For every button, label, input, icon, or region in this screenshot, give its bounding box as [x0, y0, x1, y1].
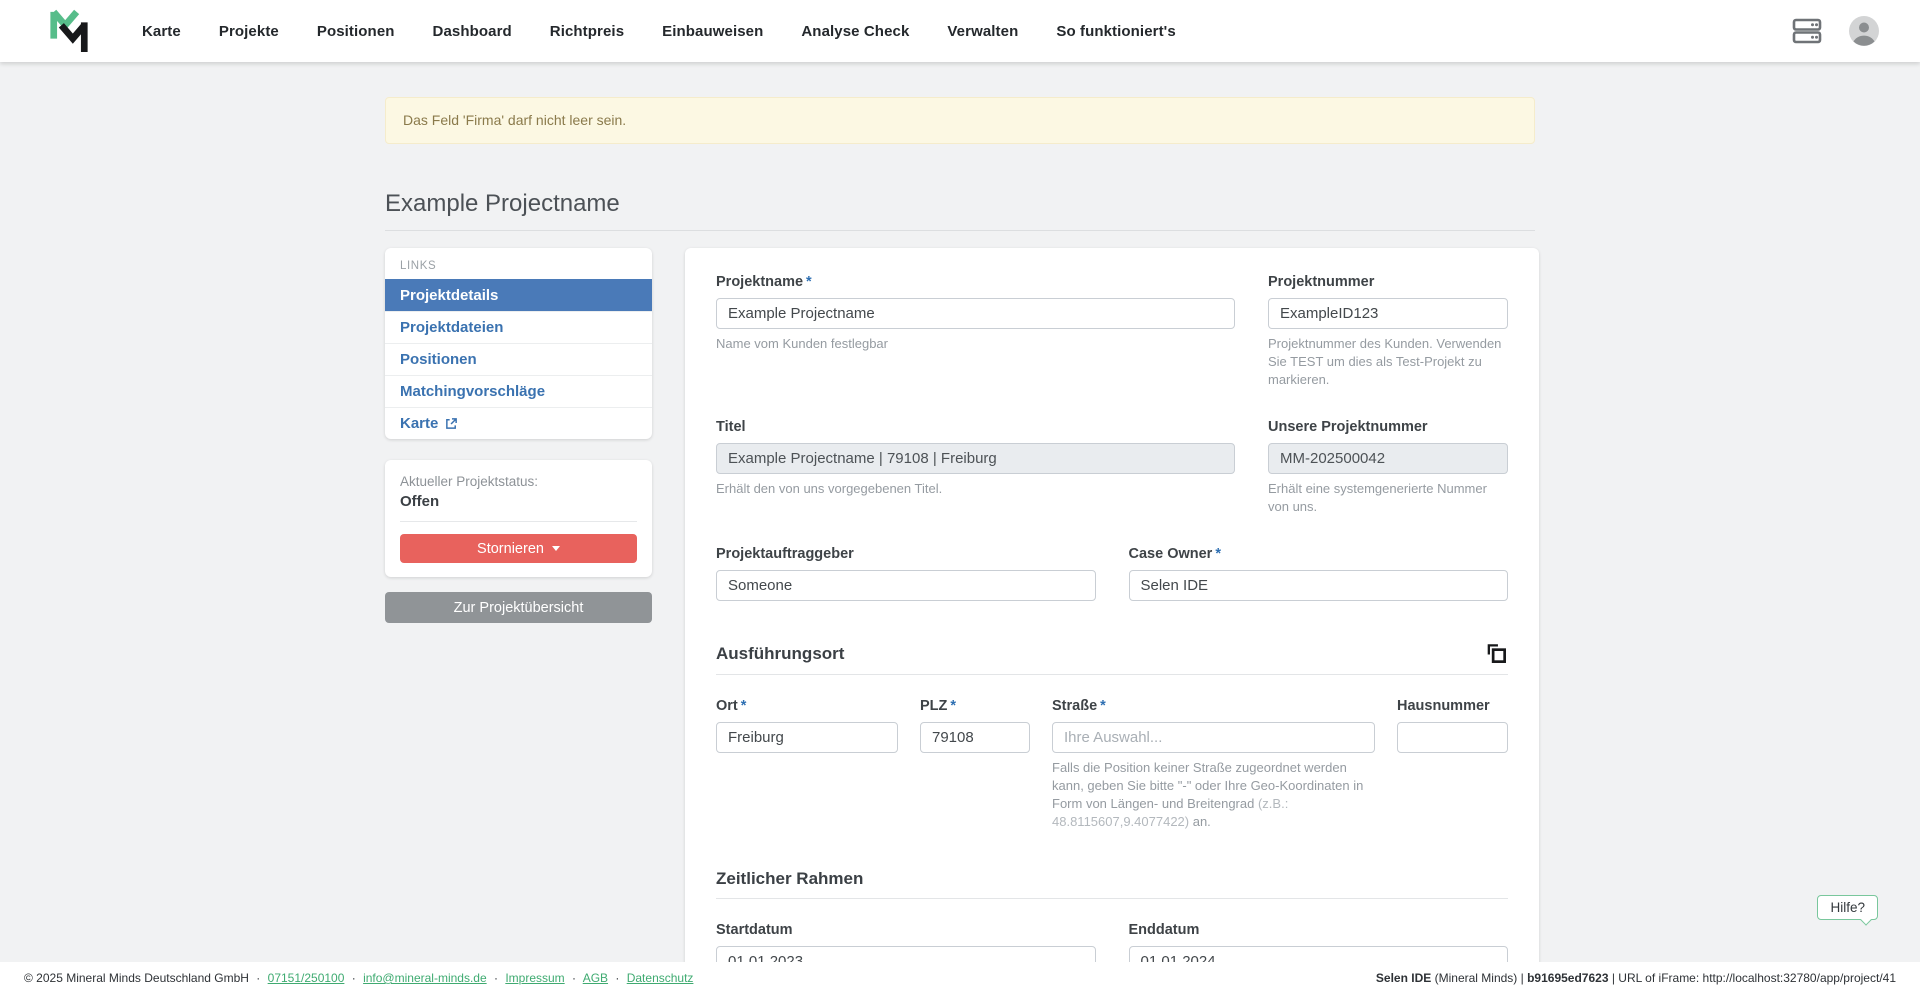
hilfe-button[interactable]: Hilfe?	[1817, 895, 1878, 920]
nav-item-analyse-check[interactable]: Analyse Check	[801, 23, 909, 40]
unsere-projektnummer-input	[1268, 443, 1508, 474]
sidebar-item-label: Positionen	[400, 351, 477, 368]
titel-help: Erhält den von uns vorgegebenen Titel.	[716, 480, 1235, 498]
sidebar-item-label: Projektdateien	[400, 319, 503, 336]
unsere-projektnummer-label: Unsere Projektnummer	[1268, 418, 1508, 436]
case-owner-label: Case Owner	[1129, 546, 1213, 562]
footer-link-impressum[interactable]: Impressum	[505, 971, 564, 985]
validation-alert: Das Feld 'Firma' darf nicht leer sein.	[385, 97, 1535, 144]
case-owner-selected-value: Selen IDE	[1141, 577, 1209, 594]
links-panel: LINKS Projektdetails Projektdateien Posi…	[385, 248, 652, 439]
top-navbar: Karte Projekte Positionen Dashboard Rich…	[0, 0, 1920, 62]
sidebar-item-label: Matchingvorschläge	[400, 383, 545, 400]
required-mark: *	[950, 698, 956, 714]
sidebar-item-matchingvorschlaege[interactable]: Matchingvorschläge	[385, 375, 652, 407]
plz-input[interactable]	[920, 722, 1030, 753]
stornieren-button[interactable]: Stornieren	[400, 534, 637, 563]
stornieren-label: Stornieren	[477, 541, 544, 557]
nav-item-so-funktionierts[interactable]: So funktioniert's	[1056, 23, 1175, 40]
footer: © 2025 Mineral Minds Deutschland GmbH · …	[0, 962, 1920, 994]
page-title: Example Projectname	[385, 190, 1535, 218]
server-icon[interactable]	[1792, 18, 1822, 44]
external-link-icon	[445, 417, 458, 430]
enddatum-label: Enddatum	[1129, 921, 1509, 939]
zur-projektuebersicht-button[interactable]: Zur Projektübersicht	[385, 592, 652, 623]
ort-label: Ort	[716, 698, 738, 714]
title-divider	[385, 230, 1535, 231]
projektnummer-input[interactable]	[1268, 298, 1508, 329]
projektauftraggeber-label: Projektauftraggeber	[716, 545, 1096, 563]
copyright-text: © 2025 Mineral Minds Deutschland GmbH	[24, 971, 249, 985]
section-divider	[716, 674, 1508, 675]
nav-item-richtpreis[interactable]: Richtpreis	[550, 23, 624, 40]
session-user: Selen IDE	[1376, 971, 1431, 985]
links-panel-header: LINKS	[385, 248, 652, 279]
main-menu: Karte Projekte Positionen Dashboard Rich…	[142, 23, 1176, 40]
strasse-input[interactable]	[1052, 722, 1375, 753]
sidebar-item-projektdateien[interactable]: Projektdateien	[385, 311, 652, 343]
projektname-help: Name vom Kunden festlegbar	[716, 335, 1235, 353]
required-mark: *	[806, 274, 812, 290]
unsere-projektnummer-help: Erhält eine systemgenerierte Nummer von …	[1268, 480, 1508, 516]
copy-address-button[interactable]	[1485, 642, 1508, 665]
projektname-input[interactable]	[716, 298, 1235, 329]
projektauftraggeber-input[interactable]	[716, 570, 1096, 601]
strasse-label: Straße	[1052, 698, 1097, 714]
section-divider	[716, 898, 1508, 899]
caret-down-icon	[552, 546, 560, 551]
copy-icon	[1485, 642, 1508, 665]
sidebar-item-label: Projektdetails	[400, 287, 498, 304]
project-details-form: Projektname* Name vom Kunden festlegbar …	[685, 248, 1539, 994]
zeitlicher-rahmen-heading: Zeitlicher Rahmen	[716, 869, 863, 889]
required-mark: *	[1100, 698, 1106, 714]
iframe-url: | URL of iFrame: http://localhost:32780/…	[1609, 971, 1897, 985]
hausnummer-label: Hausnummer	[1397, 697, 1508, 715]
session-hash: b91695ed7623	[1527, 971, 1608, 985]
titel-label: Titel	[716, 418, 1235, 436]
footer-link-datenschutz[interactable]: Datenschutz	[627, 971, 694, 985]
projektnummer-help: Projektnummer des Kunden. Verwenden Sie …	[1268, 335, 1508, 389]
nav-item-positionen[interactable]: Positionen	[317, 23, 395, 40]
mineral-minds-logo-icon	[48, 7, 90, 55]
footer-left: © 2025 Mineral Minds Deutschland GmbH · …	[24, 971, 693, 985]
strasse-help: Falls die Position keiner Straße zugeord…	[1052, 759, 1375, 831]
project-status-panel: Aktueller Projektstatus: Offen Storniere…	[385, 460, 652, 577]
nav-item-projekte[interactable]: Projekte	[219, 23, 279, 40]
hilfe-label: Hilfe?	[1830, 900, 1865, 915]
footer-link-phone[interactable]: 07151/250100	[268, 971, 345, 985]
sidebar-item-karte[interactable]: Karte	[385, 407, 652, 439]
titel-input	[716, 443, 1235, 474]
projektname-label: Projektname	[716, 274, 803, 290]
footer-link-email[interactable]: info@mineral-minds.de	[363, 971, 487, 985]
hausnummer-input[interactable]	[1397, 722, 1508, 753]
status-value: Offen	[400, 493, 637, 510]
required-mark: *	[741, 698, 747, 714]
startdatum-label: Startdatum	[716, 921, 1096, 939]
nav-item-einbauweisen[interactable]: Einbauweisen	[662, 23, 763, 40]
projektnummer-label: Projektnummer	[1268, 273, 1508, 291]
required-mark: *	[1215, 546, 1221, 562]
footer-session-info: Selen IDE (Mineral Minds) | b91695ed7623…	[1376, 971, 1896, 985]
nav-item-verwalten[interactable]: Verwalten	[947, 23, 1018, 40]
ausfuehrungsort-heading: Ausführungsort	[716, 644, 844, 664]
nav-item-karte[interactable]: Karte	[142, 23, 181, 40]
case-owner-select[interactable]: Selen IDE	[1129, 570, 1509, 601]
plz-label: PLZ	[920, 698, 947, 714]
alert-message: Das Feld 'Firma' darf nicht leer sein.	[403, 112, 626, 128]
nav-item-dashboard[interactable]: Dashboard	[433, 23, 512, 40]
footer-link-agb[interactable]: AGB	[583, 971, 608, 985]
status-label: Aktueller Projektstatus:	[400, 474, 637, 489]
sidebar-item-label: Karte	[400, 415, 438, 432]
status-divider	[400, 521, 637, 522]
sidebar-item-projektdetails[interactable]: Projektdetails	[385, 279, 652, 311]
ort-input[interactable]	[716, 722, 898, 753]
user-avatar[interactable]	[1848, 15, 1880, 47]
sidebar-item-positionen[interactable]: Positionen	[385, 343, 652, 375]
back-button-label: Zur Projektübersicht	[454, 600, 584, 616]
